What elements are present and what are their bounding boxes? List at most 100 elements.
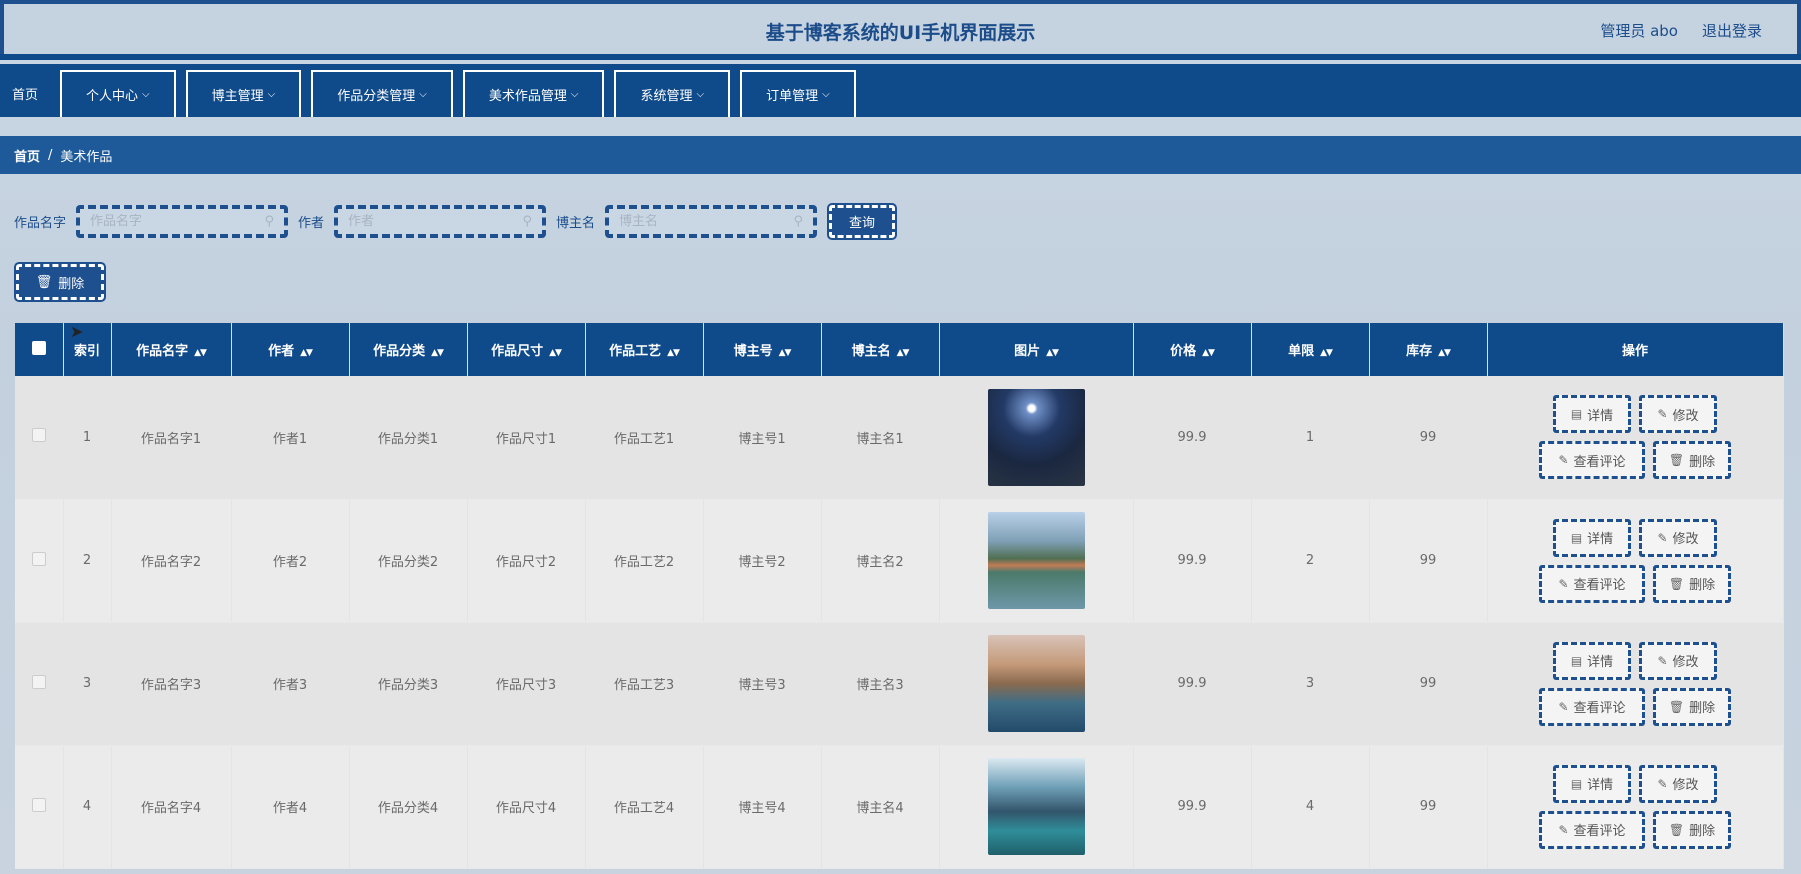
cell-price: 99.9 — [1133, 376, 1252, 500]
sort-icon[interactable]: ▲▼ — [431, 348, 444, 358]
column-header[interactable]: 单限 ▲▼ — [1251, 323, 1370, 376]
pencil-icon: ✎ — [1558, 822, 1569, 837]
pencil-icon: ✎ — [1657, 776, 1668, 791]
comments-button[interactable]: ✎ 查看评论 — [1539, 687, 1645, 726]
trash-icon: 🗑 — [1668, 453, 1685, 468]
comments-button[interactable]: ✎ 查看评论 — [1539, 441, 1645, 480]
author-search-input[interactable] — [348, 214, 523, 229]
name-label: 作品名字 — [14, 216, 67, 231]
detail-button[interactable]: ▤ 详情 — [1553, 641, 1631, 680]
row-delete-button[interactable]: 🗑 删除 — [1653, 564, 1731, 603]
cell-size: 作品尺寸2 — [467, 499, 586, 623]
comments-button[interactable]: ✎ 查看评论 — [1539, 564, 1645, 603]
sort-icon[interactable]: ▲▼ — [549, 348, 562, 358]
cell-price: 99.9 — [1133, 622, 1252, 746]
batch-delete-button[interactable]: 🗑 删除 — [14, 262, 106, 302]
row-delete-button[interactable]: 🗑 删除 — [1653, 441, 1731, 480]
row-checkbox[interactable] — [31, 428, 46, 443]
column-header[interactable]: 作品工艺 ▲▼ — [585, 323, 704, 376]
row-checkbox[interactable] — [31, 797, 46, 812]
comments-label: 查看评论 — [1573, 701, 1626, 716]
user-area: 管理员 abo 退出登录 — [1600, 20, 1762, 41]
edit-button[interactable]: ✎ 修改 — [1639, 518, 1717, 557]
name-search-field[interactable]: ⚲ — [76, 205, 289, 238]
column-label: 操作 — [1621, 344, 1648, 359]
main-nav: 首页 个人中心 ⌵ 博主管理 ⌵ 作品分类管理 ⌵ 美术作品管理 ⌵ 系统管理 ⌵ 订单管… — [0, 64, 1801, 117]
nav-item-system[interactable]: 系统管理 ⌵ — [614, 70, 731, 117]
pencil-icon: ✎ — [1558, 699, 1569, 714]
cell-craft: 作品工艺3 — [585, 622, 704, 746]
column-header[interactable]: 博主名 ▲▼ — [821, 323, 940, 376]
blogger-search-input[interactable] — [619, 214, 794, 229]
row-delete-button[interactable]: 🗑 删除 — [1653, 687, 1731, 726]
cell-index: 3 — [63, 622, 112, 746]
nav-item-artwork[interactable]: 美术作品管理 ⌵ — [462, 70, 605, 117]
image-cell — [939, 376, 1134, 500]
cell-category: 作品分类1 — [349, 376, 468, 500]
row-checkbox[interactable] — [31, 674, 46, 689]
detail-button[interactable]: ▤ 详情 — [1553, 518, 1631, 557]
detail-button[interactable]: ▤ 详情 — [1553, 395, 1631, 434]
edit-button[interactable]: ✎ 修改 — [1639, 764, 1717, 803]
nav-label: 作品分类管理 — [337, 89, 416, 104]
edit-button[interactable]: ✎ 修改 — [1639, 641, 1717, 680]
cell-name: 作品名字4 — [111, 745, 232, 869]
breadcrumb-home[interactable]: 首页 — [14, 146, 40, 165]
cell-size: 作品尺寸1 — [467, 376, 586, 500]
name-search-input[interactable] — [90, 214, 265, 229]
trash-icon: 🗑 — [1668, 699, 1685, 714]
select-all-checkbox[interactable] — [31, 340, 46, 355]
edit-button[interactable]: ✎ 修改 — [1639, 395, 1717, 434]
author-search-field[interactable]: ⚲ — [334, 205, 547, 238]
comments-button[interactable]: ✎ 查看评论 — [1539, 810, 1645, 849]
artwork-image[interactable] — [987, 758, 1085, 855]
delete-label: 删除 — [1689, 578, 1716, 593]
sort-icon[interactable]: ▲▼ — [1320, 348, 1333, 358]
detail-button[interactable]: ▤ 详情 — [1553, 764, 1631, 803]
cell-name: 作品名字1 — [111, 376, 232, 500]
column-header[interactable]: 博主号 ▲▼ — [703, 323, 822, 376]
sort-icon[interactable]: ▲▼ — [194, 348, 207, 358]
artwork-image[interactable] — [987, 512, 1085, 609]
column-header[interactable]: 库存 ▲▼ — [1369, 323, 1488, 376]
user-name[interactable]: 管理员 abo — [1600, 20, 1678, 41]
nav-label: 系统管理 — [640, 89, 693, 104]
column-header[interactable]: 价格 ▲▼ — [1133, 323, 1252, 376]
sort-icon[interactable]: ▲▼ — [300, 348, 313, 358]
nav-item-blogger[interactable]: 博主管理 ⌵ — [185, 70, 302, 117]
trash-icon: 🗑 — [1668, 576, 1685, 591]
column-label: 索引 — [73, 344, 100, 359]
cell-blogger-no: 博主号2 — [703, 499, 822, 623]
sort-icon[interactable]: ▲▼ — [897, 348, 910, 358]
column-header[interactable]: 作品名字 ▲▼ — [111, 323, 232, 376]
detail-label: 详情 — [1587, 532, 1614, 547]
cell-blogger-name: 博主名2 — [821, 499, 940, 623]
sort-icon[interactable]: ▲▼ — [667, 348, 680, 358]
search-icon: ⚲ — [264, 214, 275, 229]
column-header[interactable]: 作品分类 ▲▼ — [349, 323, 468, 376]
cell-blogger-name: 博主名1 — [821, 376, 940, 500]
sort-icon[interactable]: ▲▼ — [779, 348, 792, 358]
row-delete-button[interactable]: 🗑 删除 — [1653, 810, 1731, 849]
artwork-image[interactable] — [987, 388, 1085, 486]
nav-item-orders[interactable]: 订单管理 ⌵ — [740, 70, 856, 117]
column-header[interactable]: 图片 ▲▼ — [939, 323, 1134, 376]
sort-icon[interactable]: ▲▼ — [1438, 348, 1451, 358]
cell-limit: 2 — [1251, 499, 1370, 623]
query-button[interactable]: 查询 — [827, 203, 898, 240]
nav-item-category[interactable]: 作品分类管理 ⌵ — [311, 70, 453, 117]
column-header[interactable]: 作品尺寸 ▲▼ — [467, 323, 586, 376]
row-checkbox[interactable] — [31, 551, 46, 566]
logout-link[interactable]: 退出登录 — [1702, 20, 1762, 41]
blogger-search-field[interactable]: ⚲ — [605, 205, 818, 238]
nav-item-home[interactable]: 首页 — [0, 70, 50, 117]
table-header-row: 索引 作品名字 ▲▼ 作者 ▲▼ 作品分类 ▲▼ 作品尺寸 ▲▼ 作品工艺 ▲▼ 博主号 ▲… — [15, 323, 1784, 376]
artwork-image[interactable] — [987, 635, 1085, 732]
column-header[interactable]: 作者 ▲▼ — [231, 323, 350, 376]
sort-icon[interactable]: ▲▼ — [1046, 348, 1059, 358]
nav-item-profile[interactable]: 个人中心 ⌵ — [60, 70, 176, 117]
sort-icon[interactable]: ▲▼ — [1202, 348, 1215, 358]
cell-category: 作品分类2 — [349, 499, 468, 623]
nav-label: 个人中心 — [86, 89, 139, 104]
edit-label: 修改 — [1672, 778, 1699, 793]
